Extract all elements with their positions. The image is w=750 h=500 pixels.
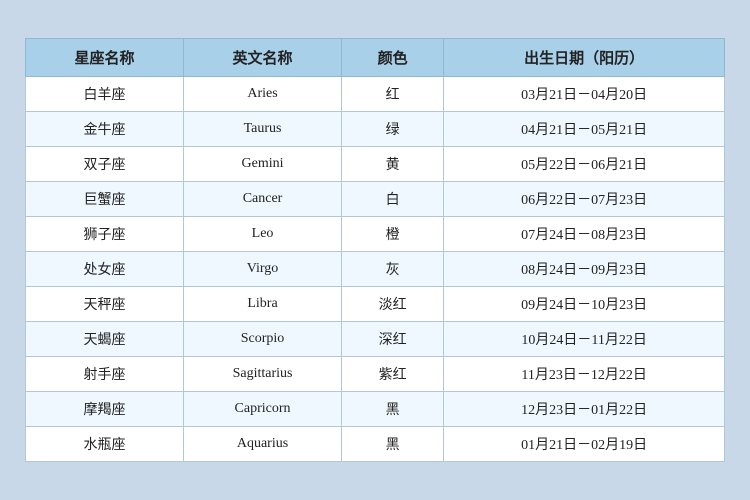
cell-english-name: Cancer [184,182,342,217]
cell-english-name: Capricorn [184,392,342,427]
table-row: 巨蟹座Cancer白06月22日－07月23日 [26,182,725,217]
cell-color: 深红 [342,322,444,357]
zodiac-table-container: 星座名称 英文名称 颜色 出生日期（阳历） 白羊座Aries红03月21日－04… [15,28,735,472]
cell-english-name: Libra [184,287,342,322]
cell-color: 黑 [342,392,444,427]
cell-chinese-name: 白羊座 [26,77,184,112]
cell-english-name: Scorpio [184,322,342,357]
cell-dates: 12月23日－01月22日 [444,392,725,427]
table-row: 处女座Virgo灰08月24日－09月23日 [26,252,725,287]
cell-chinese-name: 天秤座 [26,287,184,322]
table-row: 射手座Sagittarius紫红11月23日－12月22日 [26,357,725,392]
table-row: 金牛座Taurus绿04月21日－05月21日 [26,112,725,147]
cell-dates: 05月22日－06月21日 [444,147,725,182]
cell-color: 橙 [342,217,444,252]
header-dates: 出生日期（阳历） [444,39,725,77]
cell-dates: 10月24日－11月22日 [444,322,725,357]
zodiac-table: 星座名称 英文名称 颜色 出生日期（阳历） 白羊座Aries红03月21日－04… [25,38,725,462]
cell-chinese-name: 天蝎座 [26,322,184,357]
table-row: 白羊座Aries红03月21日－04月20日 [26,77,725,112]
cell-dates: 08月24日－09月23日 [444,252,725,287]
table-body: 白羊座Aries红03月21日－04月20日金牛座Taurus绿04月21日－0… [26,77,725,462]
table-row: 双子座Gemini黄05月22日－06月21日 [26,147,725,182]
cell-english-name: Sagittarius [184,357,342,392]
cell-color: 灰 [342,252,444,287]
table-row: 水瓶座Aquarius黑01月21日－02月19日 [26,427,725,462]
cell-dates: 01月21日－02月19日 [444,427,725,462]
cell-english-name: Taurus [184,112,342,147]
cell-dates: 09月24日－10月23日 [444,287,725,322]
table-row: 狮子座Leo橙07月24日－08月23日 [26,217,725,252]
cell-color: 红 [342,77,444,112]
cell-english-name: Aquarius [184,427,342,462]
cell-english-name: Gemini [184,147,342,182]
cell-color: 黄 [342,147,444,182]
table-row: 天蝎座Scorpio深红10月24日－11月22日 [26,322,725,357]
cell-color: 绿 [342,112,444,147]
cell-chinese-name: 射手座 [26,357,184,392]
cell-dates: 03月21日－04月20日 [444,77,725,112]
cell-chinese-name: 狮子座 [26,217,184,252]
header-english-name: 英文名称 [184,39,342,77]
cell-color: 白 [342,182,444,217]
cell-dates: 11月23日－12月22日 [444,357,725,392]
cell-chinese-name: 双子座 [26,147,184,182]
cell-dates: 07月24日－08月23日 [444,217,725,252]
cell-color: 淡红 [342,287,444,322]
cell-english-name: Aries [184,77,342,112]
cell-dates: 06月22日－07月23日 [444,182,725,217]
cell-chinese-name: 处女座 [26,252,184,287]
cell-english-name: Virgo [184,252,342,287]
table-row: 摩羯座Capricorn黑12月23日－01月22日 [26,392,725,427]
cell-chinese-name: 水瓶座 [26,427,184,462]
cell-dates: 04月21日－05月21日 [444,112,725,147]
cell-english-name: Leo [184,217,342,252]
header-color: 颜色 [342,39,444,77]
cell-chinese-name: 金牛座 [26,112,184,147]
table-header-row: 星座名称 英文名称 颜色 出生日期（阳历） [26,39,725,77]
cell-chinese-name: 巨蟹座 [26,182,184,217]
cell-color: 紫红 [342,357,444,392]
cell-chinese-name: 摩羯座 [26,392,184,427]
cell-color: 黑 [342,427,444,462]
header-chinese-name: 星座名称 [26,39,184,77]
table-row: 天秤座Libra淡红09月24日－10月23日 [26,287,725,322]
